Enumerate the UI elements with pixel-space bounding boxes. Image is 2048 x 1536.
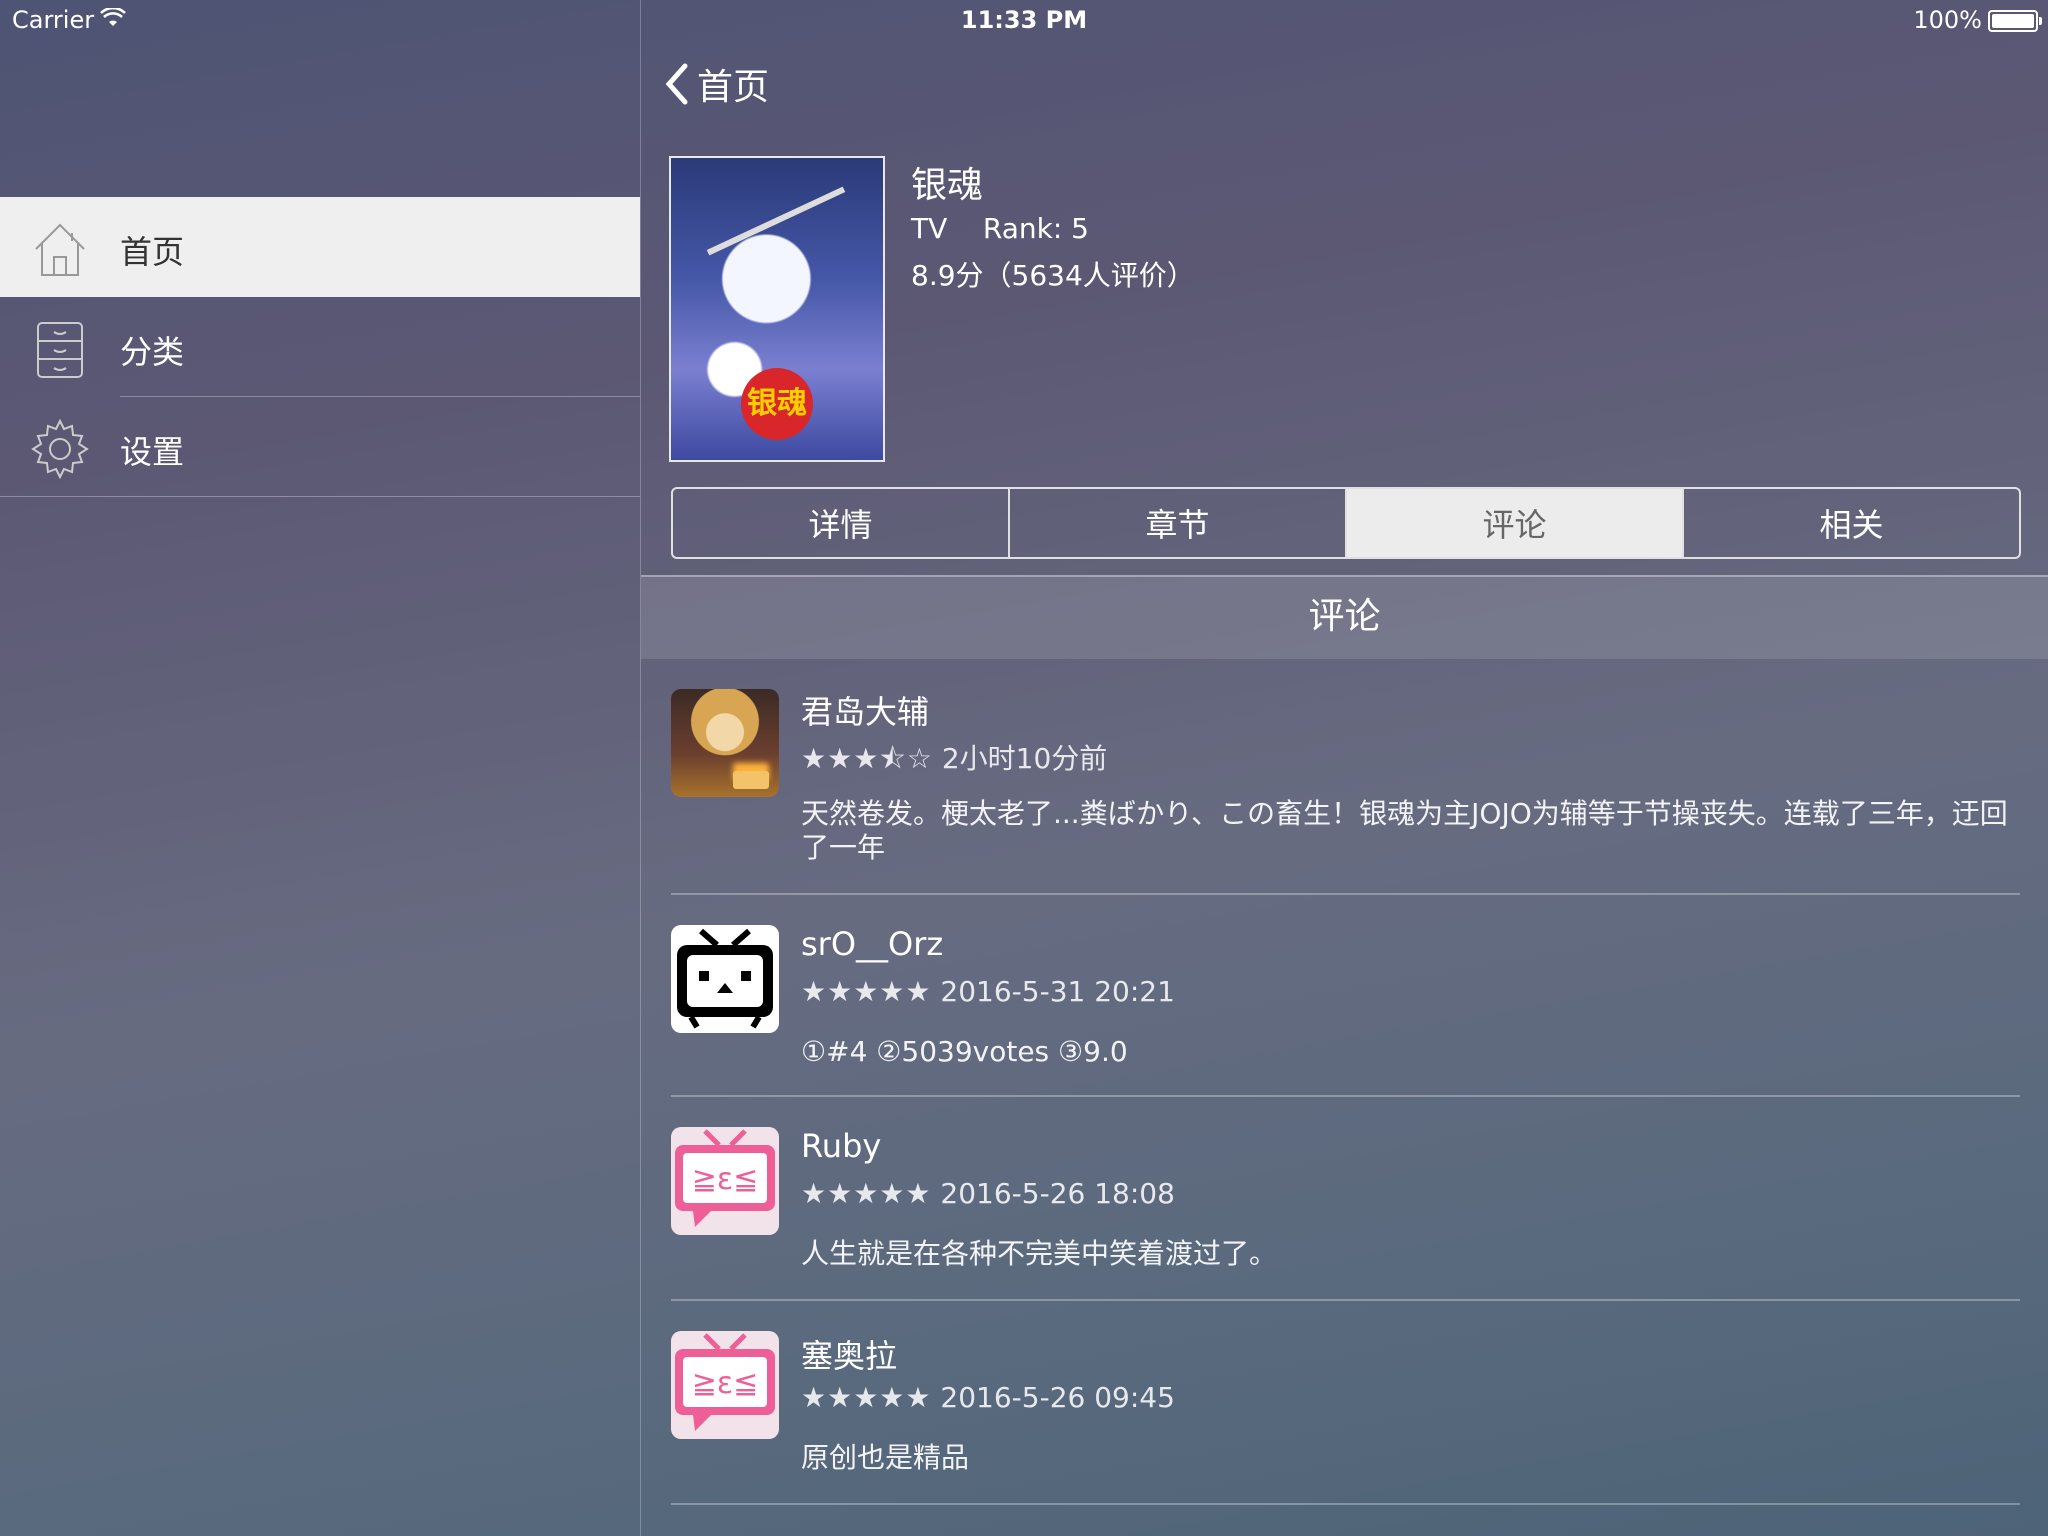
divider	[671, 1503, 2020, 1505]
review-text: 人生就是在各种不完美中笑着渡过了。	[801, 1237, 1278, 1270]
review-meta: ★★★★★ 2016-5-31 20:21	[801, 975, 1175, 1008]
divider	[0, 496, 640, 497]
sidebar-item-label: 设置	[120, 433, 185, 471]
segmented-control: 详情 章节 评论 相关	[671, 487, 2021, 559]
reviewer-name: 君岛大辅	[801, 693, 930, 731]
avatar: ≧ε≦	[671, 1127, 779, 1235]
sidebar-item-settings[interactable]: 设置	[0, 397, 640, 497]
list-item[interactable]: ≧ε≦ Ruby ★★★★★ 2016-5-26 18:08 人生就是在各种不完…	[641, 1097, 2048, 1301]
back-button[interactable]: 首页	[663, 58, 769, 110]
anime-score: 8.9分（5634人评价）	[911, 259, 1195, 292]
anime-title: 银魂	[911, 165, 984, 206]
tab-comments[interactable]: 评论	[1347, 489, 1684, 557]
svg-text:≧ε≦: ≧ε≦	[692, 1162, 759, 1197]
rating-stars: ★★★⯪☆	[801, 742, 933, 775]
review-meta: ★★★★★ 2016-5-26 18:08	[801, 1177, 1175, 1210]
home-icon	[28, 217, 92, 281]
review-time: 2016-5-31 20:21	[940, 975, 1175, 1008]
review-meta: ★★★⯪☆ 2小时10分前	[801, 737, 1107, 786]
tab-details[interactable]: 详情	[673, 489, 1010, 557]
poster-logo: 银魂	[741, 368, 813, 440]
reviewer-name: Ruby	[801, 1127, 882, 1165]
avatar	[671, 925, 779, 1033]
tab-chapters[interactable]: 章节	[1010, 489, 1347, 557]
sidebar: 首页 分类 设置	[0, 0, 641, 1536]
sidebar-item-label: 首页	[120, 233, 185, 271]
section-title: 评论	[641, 575, 2048, 659]
avatar: ≧ε≦	[671, 1331, 779, 1439]
back-label: 首页	[697, 67, 770, 108]
gear-icon	[28, 417, 92, 481]
anime-type-rank: TV Rank: 5	[911, 212, 1089, 245]
review-text: ①#4 ②5039votes ③9.0	[801, 1035, 1128, 1068]
review-time: 2小时10分前	[941, 742, 1108, 775]
poster-art	[706, 186, 846, 256]
chevron-left-icon	[665, 63, 688, 105]
review-text: 原创也是精品	[801, 1441, 970, 1474]
list-item[interactable]: ≧ε≦ 塞奥拉 ★★★★★ 2016-5-26 09:45 原创也是精品	[641, 1301, 2048, 1505]
cabinet-icon	[28, 317, 92, 381]
review-time: 2016-5-26 18:08	[940, 1177, 1175, 1210]
sidebar-item-category[interactable]: 分类	[0, 297, 640, 397]
detail-panel: 首页 银魂 银魂 TV Rank: 5 8.9分（5634人评价） 详情 章节 …	[641, 0, 2048, 1536]
sidebar-item-label: 分类	[120, 333, 185, 371]
sidebar-menu: 首页 分类 设置	[0, 197, 640, 497]
tab-related[interactable]: 相关	[1684, 489, 2019, 557]
review-text: 天然卷发。梗太老了...粪ばかり、この畜生！银魂为主JOJO为辅等于节操丧失。连…	[801, 797, 2008, 864]
rating-stars: ★★★★★	[801, 975, 932, 1008]
avatar	[671, 689, 779, 797]
svg-text:≧ε≦: ≧ε≦	[692, 1366, 759, 1401]
rating-stars: ★★★★★	[801, 1381, 932, 1414]
reviewer-name: 塞奥拉	[801, 1337, 898, 1375]
review-meta: ★★★★★ 2016-5-26 09:45	[801, 1381, 1175, 1414]
list-item[interactable]: 君岛大辅 ★★★⯪☆ 2小时10分前 天然卷发。梗太老了...粪ばかり、この畜生…	[641, 657, 2048, 895]
list-item[interactable]: srO__Orz ★★★★★ 2016-5-31 20:21 ①#4 ②5039…	[641, 895, 2048, 1097]
reviewer-name: srO__Orz	[801, 925, 944, 963]
anime-poster: 银魂	[669, 156, 885, 462]
sidebar-item-home[interactable]: 首页	[0, 197, 640, 297]
rating-stars: ★★★★★	[801, 1177, 932, 1210]
review-time: 2016-5-26 09:45	[940, 1381, 1175, 1414]
